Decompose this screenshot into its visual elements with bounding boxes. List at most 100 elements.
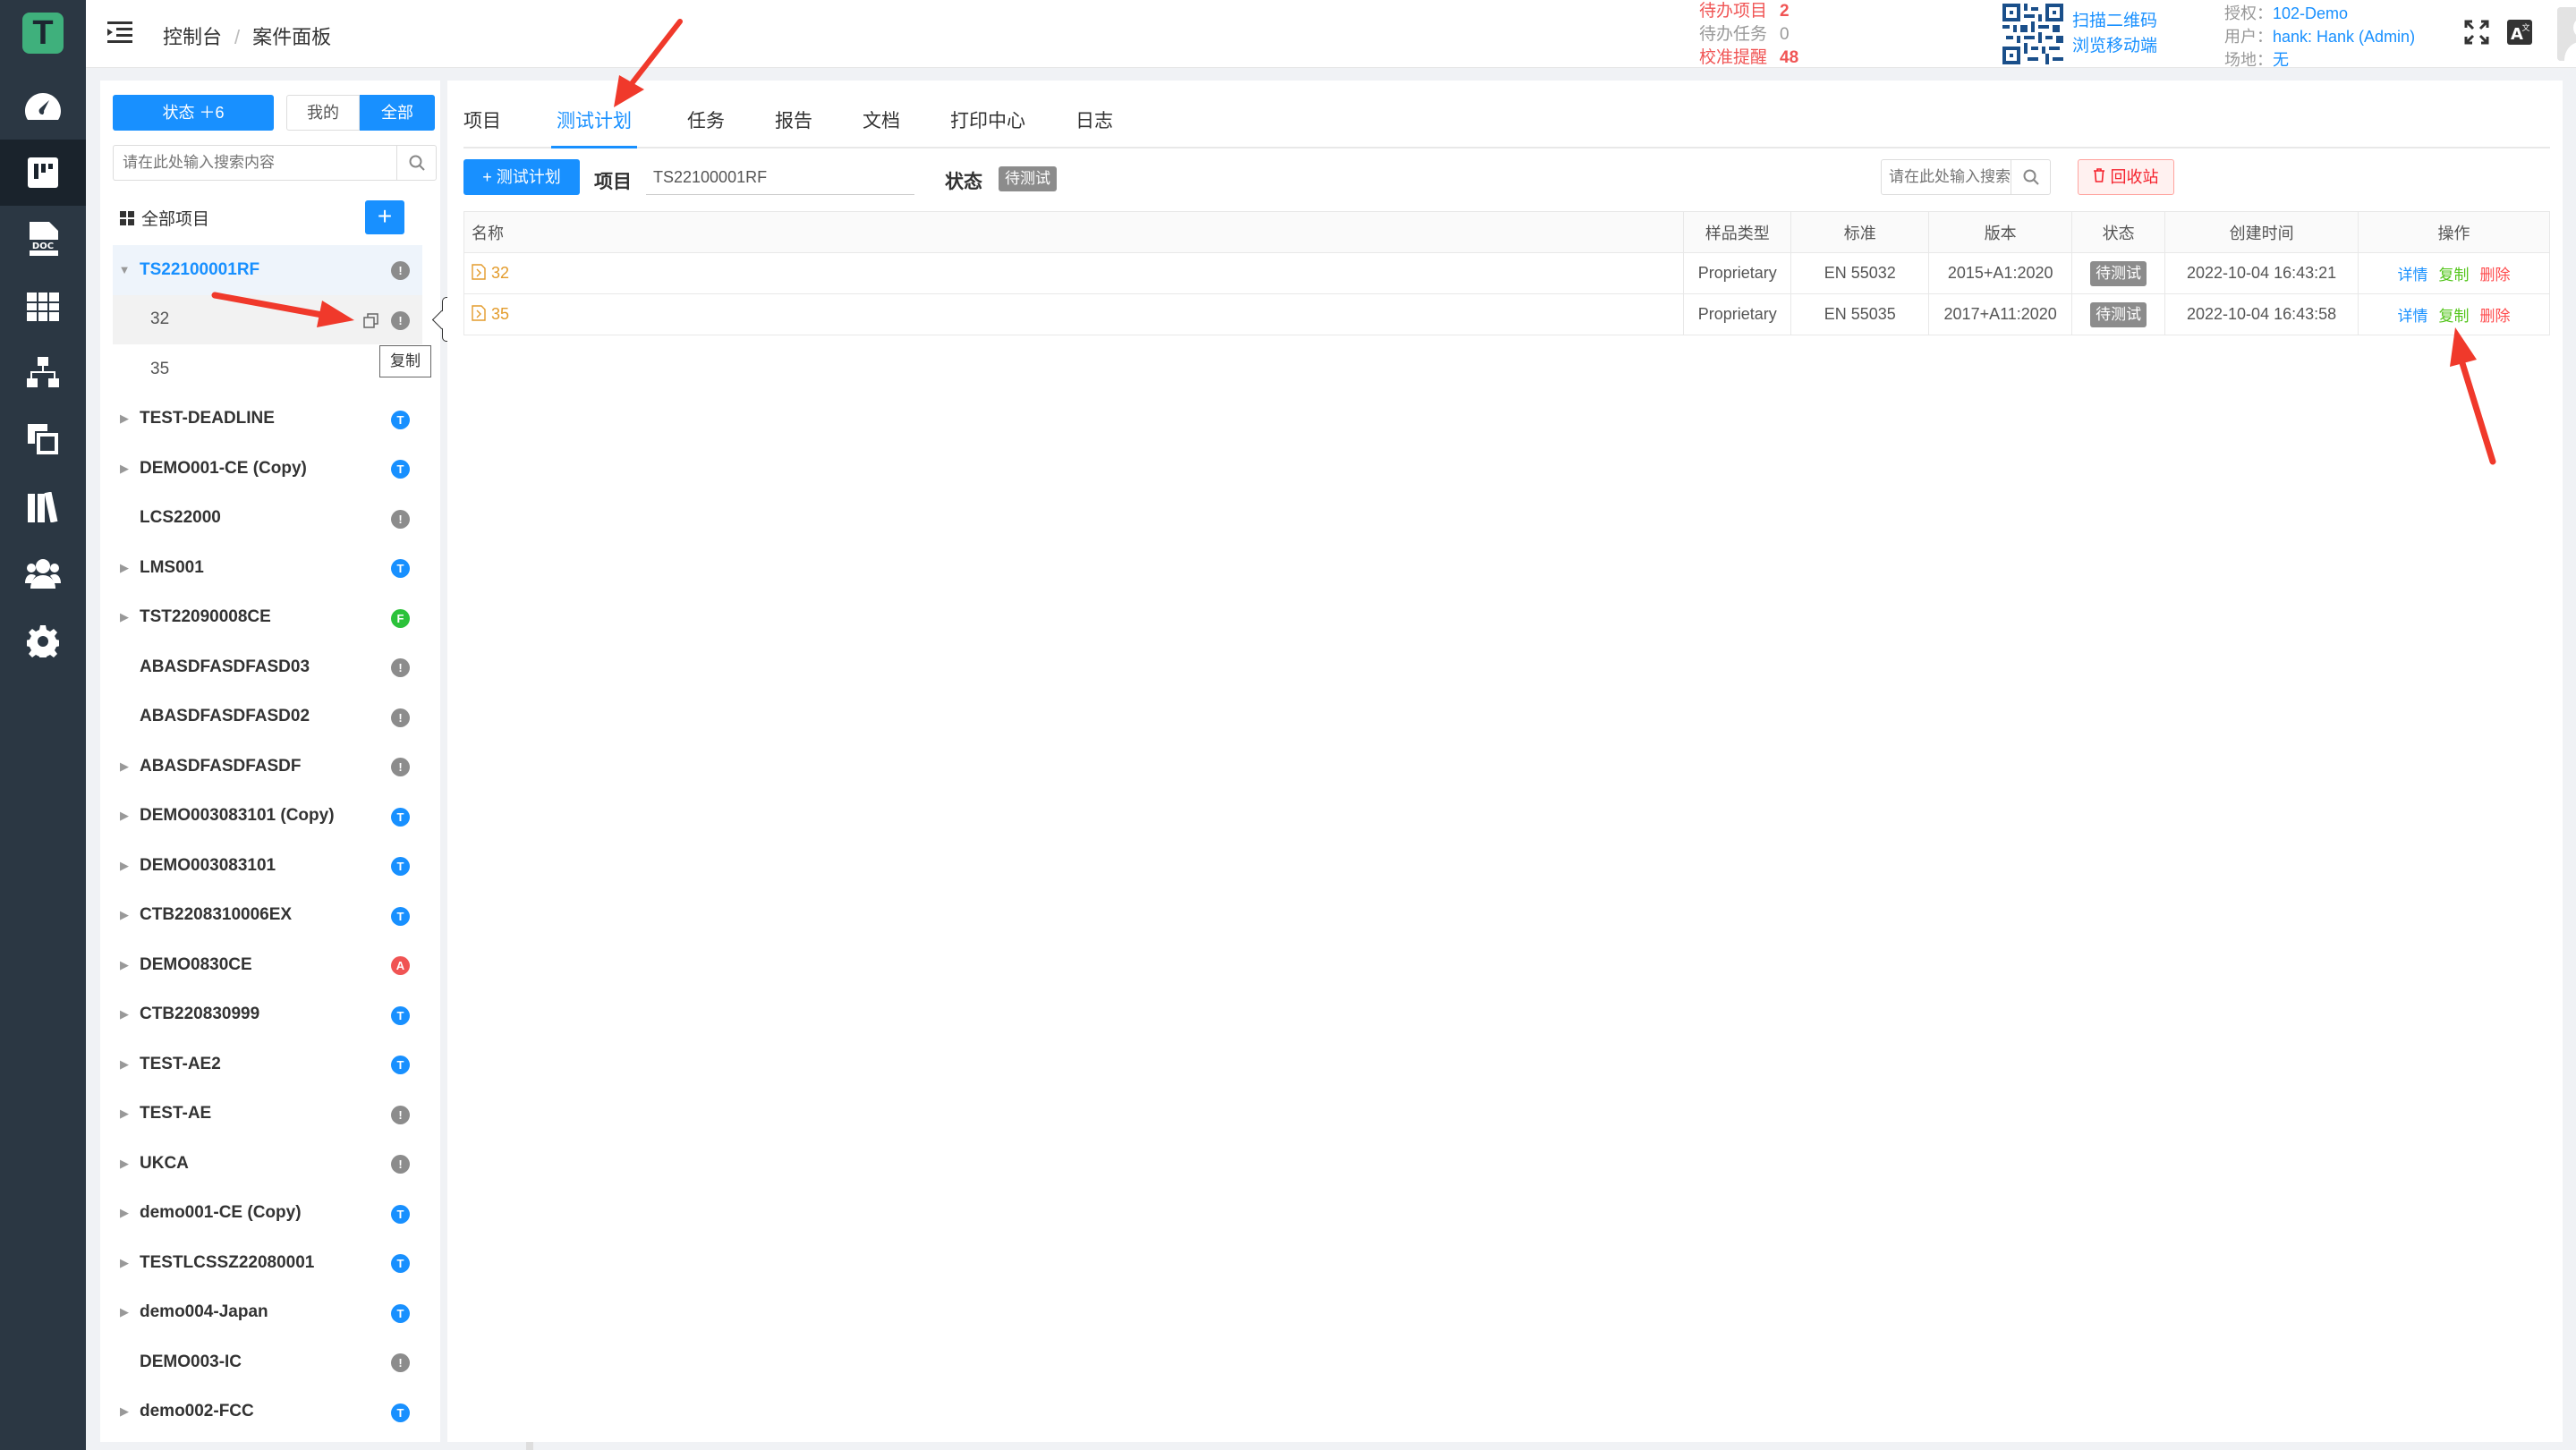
table-row[interactable]: 32 Proprietary EN 55032 2015+A1:2020 待测试 2022…: [463, 252, 2550, 294]
copy-icon[interactable]: [363, 312, 379, 329]
column-header[interactable]: 状态: [2071, 211, 2166, 253]
plan-search-button[interactable]: [2011, 160, 2050, 194]
status-badge[interactable]: 待测试: [999, 166, 1057, 191]
qr-hint[interactable]: 扫描二维码 浏览移动端: [2072, 9, 2157, 59]
tab-5[interactable]: 打印中心: [950, 81, 1025, 148]
tree-search-button[interactable]: [396, 146, 436, 180]
nav-doc[interactable]: DOC: [0, 206, 86, 272]
column-header[interactable]: 样品类型: [1683, 211, 1792, 253]
avatar[interactable]: [2557, 7, 2576, 61]
caret-right-icon[interactable]: ▶: [113, 859, 136, 873]
delete-link[interactable]: 删除: [2480, 267, 2511, 284]
tree-item[interactable]: ▶ demo004-Japan T: [113, 1288, 422, 1338]
tab-0[interactable]: 项目: [463, 81, 501, 148]
menu-toggle-button[interactable]: [107, 21, 134, 45]
tree-item[interactable]: ▶ CTB2208310006EX T: [113, 891, 422, 941]
tree-item[interactable]: ABASDFASDFASD03!: [113, 642, 422, 692]
caret-right-icon[interactable]: ▶: [113, 610, 136, 624]
column-header[interactable]: 操作: [2358, 211, 2550, 253]
caret-right-icon[interactable]: ▶: [113, 1206, 136, 1220]
column-header[interactable]: 版本: [1928, 211, 2073, 253]
recycle-bin-button[interactable]: 回收站: [2078, 159, 2174, 195]
user-value[interactable]: hank: Hank (Admin): [2273, 28, 2415, 46]
plan-name[interactable]: 32: [491, 264, 509, 282]
tree-item[interactable]: ▶ TESTLCSSZ22080001 T: [113, 1238, 422, 1288]
translate-icon[interactable]: A文: [2507, 20, 2532, 50]
tree-child-item[interactable]: 32!: [113, 294, 422, 344]
nav-users[interactable]: [0, 540, 86, 606]
plan-name-cell[interactable]: 35: [463, 293, 1685, 335]
tab-4[interactable]: 文档: [863, 81, 900, 148]
caret-right-icon[interactable]: ▶: [113, 958, 136, 972]
nav-dashboard[interactable]: [0, 73, 86, 140]
tree-item[interactable]: ▶ TEST-AE!: [113, 1090, 422, 1140]
caret-right-icon[interactable]: ▶: [113, 1305, 136, 1319]
calibration-reminder[interactable]: 校准提醒 48: [1699, 47, 1798, 70]
caret-right-icon[interactable]: ▶: [113, 1007, 136, 1022]
nav-copy[interactable]: [0, 406, 86, 472]
tree-item[interactable]: ▶ DEMO001-CE (Copy) T: [113, 444, 422, 494]
caret-right-icon[interactable]: ▶: [113, 809, 136, 823]
tree-item[interactable]: ▶ DEMO0830CE A: [113, 940, 422, 990]
license-value[interactable]: 102-Demo: [2273, 4, 2348, 22]
tree-item[interactable]: ▶ CTB220830999 T: [113, 990, 422, 1040]
tree-item[interactable]: ▶ DEMO003083101 (Copy) T: [113, 792, 422, 842]
nav-books[interactable]: [0, 474, 86, 540]
caret-down-icon[interactable]: ▼: [113, 263, 136, 276]
tree-item[interactable]: ▶ TST22090008CE F: [113, 593, 422, 643]
all-projects-header[interactable]: 全部项目: [120, 206, 209, 230]
caret-right-icon[interactable]: ▶: [113, 1157, 136, 1171]
nav-grid[interactable]: [0, 274, 86, 340]
tree-item[interactable]: ▼ TS22100001RF!: [113, 245, 422, 295]
column-header[interactable]: 名称: [463, 211, 1685, 253]
tab-1[interactable]: 测试计划: [551, 81, 637, 148]
caret-right-icon[interactable]: ▶: [113, 1404, 136, 1419]
tree-item[interactable]: LCS22000!: [113, 494, 422, 544]
column-header[interactable]: 创建时间: [2164, 211, 2359, 253]
nav-settings[interactable]: [0, 608, 86, 674]
add-project-button[interactable]: +: [365, 200, 404, 234]
caret-right-icon[interactable]: ▶: [113, 1107, 136, 1121]
plan-name[interactable]: 35: [491, 305, 509, 323]
breadcrumb-console[interactable]: 控制台: [163, 26, 222, 48]
project-field[interactable]: [646, 161, 914, 195]
detail-link[interactable]: 详情: [2398, 308, 2428, 325]
caret-right-icon[interactable]: ▶: [113, 1057, 136, 1072]
tree-search-input[interactable]: [114, 146, 391, 180]
plan-name-cell[interactable]: 32: [463, 252, 1685, 294]
tree-item[interactable]: ▶ demo001-CE (Copy) T: [113, 1189, 422, 1239]
column-header[interactable]: 标准: [1790, 211, 1930, 253]
caret-right-icon[interactable]: ▶: [113, 561, 136, 575]
qr-code-icon[interactable]: [2002, 4, 2063, 64]
tab-6[interactable]: 日志: [1075, 81, 1113, 148]
detail-link[interactable]: 详情: [2398, 267, 2428, 284]
fullscreen-icon[interactable]: [2464, 20, 2489, 50]
tree-item[interactable]: ▶ UKCA!: [113, 1139, 422, 1189]
nav-board[interactable]: [0, 140, 86, 206]
table-row[interactable]: 35 Proprietary EN 55035 2017+A11:2020 待测试 202…: [463, 293, 2550, 335]
tree-item[interactable]: ABASDFASDFASD02!: [113, 692, 422, 742]
tree-child-item[interactable]: 35: [113, 344, 422, 394]
tree-item[interactable]: ▶ TEST-AE2 T: [113, 1039, 422, 1090]
caret-right-icon[interactable]: ▶: [113, 462, 136, 476]
tree-item[interactable]: ▶ LMS001 T: [113, 543, 422, 593]
plan-search-input[interactable]: [1882, 160, 2011, 194]
tab-3[interactable]: 报告: [775, 81, 812, 148]
nav-org[interactable]: [0, 340, 86, 406]
copy-link[interactable]: 复制: [2439, 308, 2470, 325]
caret-right-icon[interactable]: ▶: [113, 908, 136, 922]
all-filter-button[interactable]: 全部: [360, 95, 435, 131]
todo-projects[interactable]: 待办项目 2: [1699, 0, 1798, 23]
tree-item[interactable]: ▶ DEMO003083101 T: [113, 841, 422, 891]
tree-item[interactable]: ▶ ABASDFASDFASDF!: [113, 742, 422, 792]
tree-item[interactable]: DEMO003-IC!: [113, 1337, 422, 1387]
mine-filter-button[interactable]: 我的: [286, 95, 360, 131]
caret-right-icon[interactable]: ▶: [113, 411, 136, 426]
todo-tasks[interactable]: 待办任务 0: [1699, 23, 1798, 47]
tab-2[interactable]: 任务: [687, 81, 725, 148]
delete-link[interactable]: 删除: [2480, 308, 2511, 325]
copy-link[interactable]: 复制: [2439, 267, 2470, 284]
add-test-plan-button[interactable]: + 测试计划: [463, 159, 580, 195]
status-filter-button[interactable]: 状态 ＋6: [113, 95, 274, 131]
tree-item[interactable]: ▶ demo002-FCC T: [113, 1387, 422, 1437]
